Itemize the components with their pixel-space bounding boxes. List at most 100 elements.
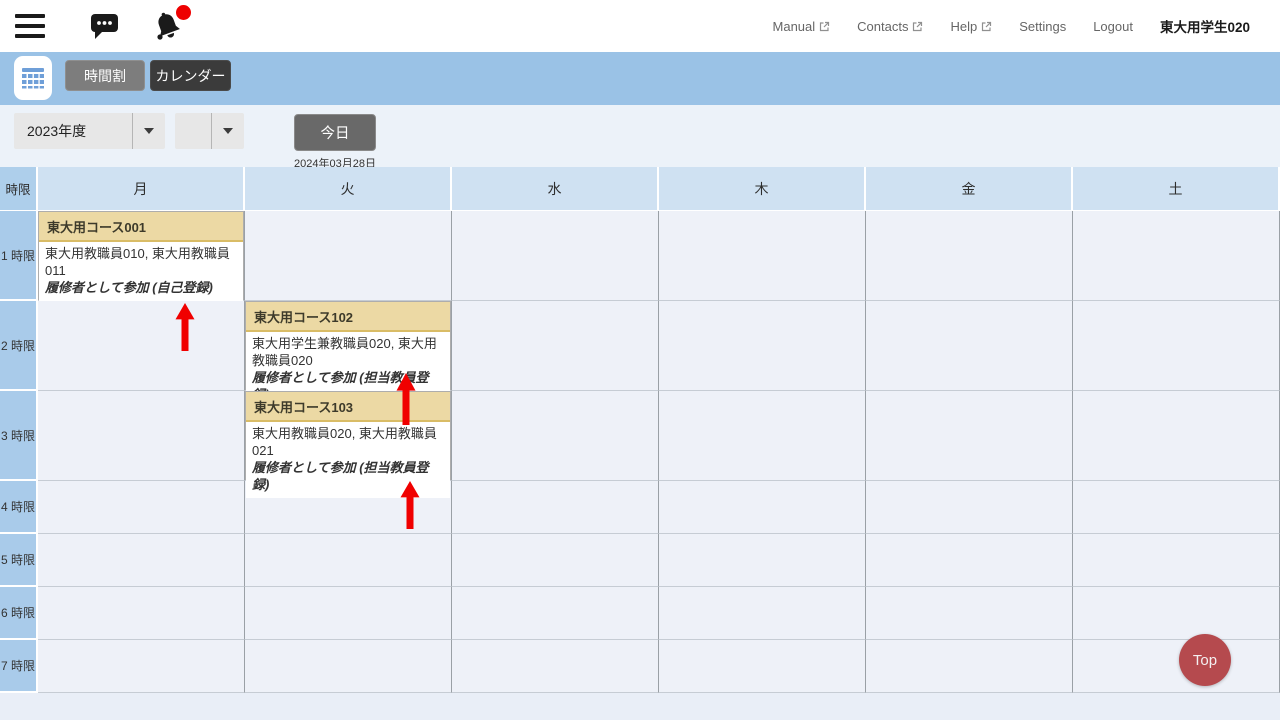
cell-wed-3[interactable] (452, 391, 659, 481)
cell-tue-1[interactable] (245, 211, 452, 301)
cell-thu-7[interactable] (659, 640, 866, 693)
cell-tue-7[interactable] (245, 640, 452, 693)
cell-wed-7[interactable] (452, 640, 659, 693)
course-title: 東大用コース102 (246, 302, 450, 332)
course-card[interactable]: 東大用コース103 東大用教職員020, 東大用教職員021 履修者として参加 … (245, 391, 451, 480)
cell-mon-2[interactable] (38, 301, 245, 391)
cell-thu-2[interactable] (659, 301, 866, 391)
course-body: 東大用教職員020, 東大用教職員021 履修者として参加 (担当教員登録) (246, 422, 450, 498)
dropdown-arrow-box (132, 113, 165, 149)
caret-down-icon (144, 128, 154, 134)
cell-thu-6[interactable] (659, 587, 866, 640)
cell-fri-7[interactable] (866, 640, 1073, 693)
cell-wed-1[interactable] (452, 211, 659, 301)
scroll-to-top-button[interactable]: Top (1179, 634, 1231, 686)
link-help[interactable]: Help (950, 19, 992, 34)
cell-fri-1[interactable] (866, 211, 1073, 301)
cell-wed-2[interactable] (452, 301, 659, 391)
cell-fri-5[interactable] (866, 534, 1073, 587)
notifications-button[interactable] (150, 9, 186, 43)
timetable-grid-icon (21, 67, 45, 89)
day-header-mon: 月 (38, 167, 245, 211)
year-select-value: 2023年度 (14, 121, 132, 141)
cell-tue-3[interactable]: 東大用コース103 東大用教職員020, 東大用教職員021 履修者として参加 … (245, 391, 452, 481)
topbar-links: Manual Contacts Help Settings Logout 東大用… (773, 16, 1280, 36)
cell-wed-5[interactable] (452, 534, 659, 587)
term-select[interactable] (175, 113, 244, 149)
timetable-grid: 時限 月 火 水 木 金 土 1 時限 東大用コース001 東大用教職員010,… (0, 167, 1280, 693)
link-logout[interactable]: Logout (1093, 19, 1133, 34)
cell-thu-3[interactable] (659, 391, 866, 481)
cell-fri-6[interactable] (866, 587, 1073, 640)
link-label: Settings (1019, 19, 1066, 34)
cell-tue-2[interactable]: 東大用コース102 東大用学生兼教職員020, 東大用教職員020 履修者として… (245, 301, 452, 391)
link-settings[interactable]: Settings (1019, 19, 1066, 34)
day-header-tue: 火 (245, 167, 452, 211)
cell-sat-1[interactable] (1073, 211, 1280, 301)
cell-tue-5[interactable] (245, 534, 452, 587)
cell-mon-7[interactable] (38, 640, 245, 693)
tab-timetable[interactable]: 時間割 (65, 60, 145, 91)
course-card[interactable]: 東大用コース001 東大用教職員010, 東大用教職員011 履修者として参加 … (38, 211, 244, 300)
chat-button[interactable] (88, 11, 120, 41)
link-manual[interactable]: Manual (773, 19, 831, 34)
corner-header: 時限 (0, 167, 38, 211)
period-label-1: 1 時限 (0, 211, 38, 301)
cell-fri-2[interactable] (866, 301, 1073, 391)
timetable-app-tile[interactable] (14, 56, 52, 100)
tab-bar: 時間割 カレンダー (0, 52, 1280, 105)
cell-fri-3[interactable] (866, 391, 1073, 481)
cell-mon-3[interactable] (38, 391, 245, 481)
course-title: 東大用コース103 (246, 392, 450, 422)
course-card[interactable]: 東大用コース102 東大用学生兼教職員020, 東大用教職員020 履修者として… (245, 301, 451, 390)
period-label-5: 5 時限 (0, 534, 38, 587)
cell-sat-7[interactable] (1073, 640, 1280, 693)
period-label-4: 4 時限 (0, 481, 38, 534)
period-label-7: 7 時限 (0, 640, 38, 693)
course-members: 東大用学生兼教職員020, 東大用教職員020 (252, 336, 444, 369)
cell-tue-6[interactable] (245, 587, 452, 640)
notification-dot (176, 5, 191, 20)
period-label-3: 3 時限 (0, 391, 38, 481)
period-label-6: 6 時限 (0, 587, 38, 640)
cell-fri-4[interactable] (866, 481, 1073, 534)
cell-sat-2[interactable] (1073, 301, 1280, 391)
cell-thu-4[interactable] (659, 481, 866, 534)
top-bar: Manual Contacts Help Settings Logout 東大用… (0, 0, 1280, 52)
course-body: 東大用教職員010, 東大用教職員011 履修者として参加 (自己登録) (39, 242, 243, 301)
course-members: 東大用教職員010, 東大用教職員011 (45, 246, 237, 279)
menu-icon[interactable] (15, 14, 45, 38)
cell-wed-4[interactable] (452, 481, 659, 534)
day-header-wed: 水 (452, 167, 659, 211)
link-label: Contacts (857, 19, 908, 34)
caret-down-icon (223, 128, 233, 134)
course-role: 履修者として参加 (担当教員登録) (252, 460, 444, 493)
cell-sat-3[interactable] (1073, 391, 1280, 481)
cell-sat-4[interactable] (1073, 481, 1280, 534)
link-label: Manual (773, 19, 816, 34)
today-button[interactable]: 今日 (294, 114, 376, 151)
chat-icon (88, 11, 120, 41)
cell-thu-1[interactable] (659, 211, 866, 301)
cell-sat-5[interactable] (1073, 534, 1280, 587)
tab-calendar[interactable]: カレンダー (150, 60, 231, 91)
day-header-fri: 金 (866, 167, 1073, 211)
cell-mon-1[interactable]: 東大用コース001 東大用教職員010, 東大用教職員011 履修者として参加 … (38, 211, 245, 301)
link-label: Help (950, 19, 977, 34)
year-select[interactable]: 2023年度 (14, 113, 165, 149)
external-link-icon (981, 21, 992, 32)
current-username: 東大用学生020 (1160, 16, 1250, 36)
day-header-thu: 木 (659, 167, 866, 211)
cell-wed-6[interactable] (452, 587, 659, 640)
cell-mon-5[interactable] (38, 534, 245, 587)
link-label: Logout (1093, 19, 1133, 34)
course-role: 履修者として参加 (自己登録) (45, 280, 237, 297)
cell-mon-6[interactable] (38, 587, 245, 640)
link-contacts[interactable]: Contacts (857, 19, 923, 34)
cell-sat-6[interactable] (1073, 587, 1280, 640)
dropdown-arrow-box (211, 113, 244, 149)
period-label-2: 2 時限 (0, 301, 38, 391)
cell-thu-5[interactable] (659, 534, 866, 587)
day-header-sat: 土 (1073, 167, 1280, 211)
cell-mon-4[interactable] (38, 481, 245, 534)
